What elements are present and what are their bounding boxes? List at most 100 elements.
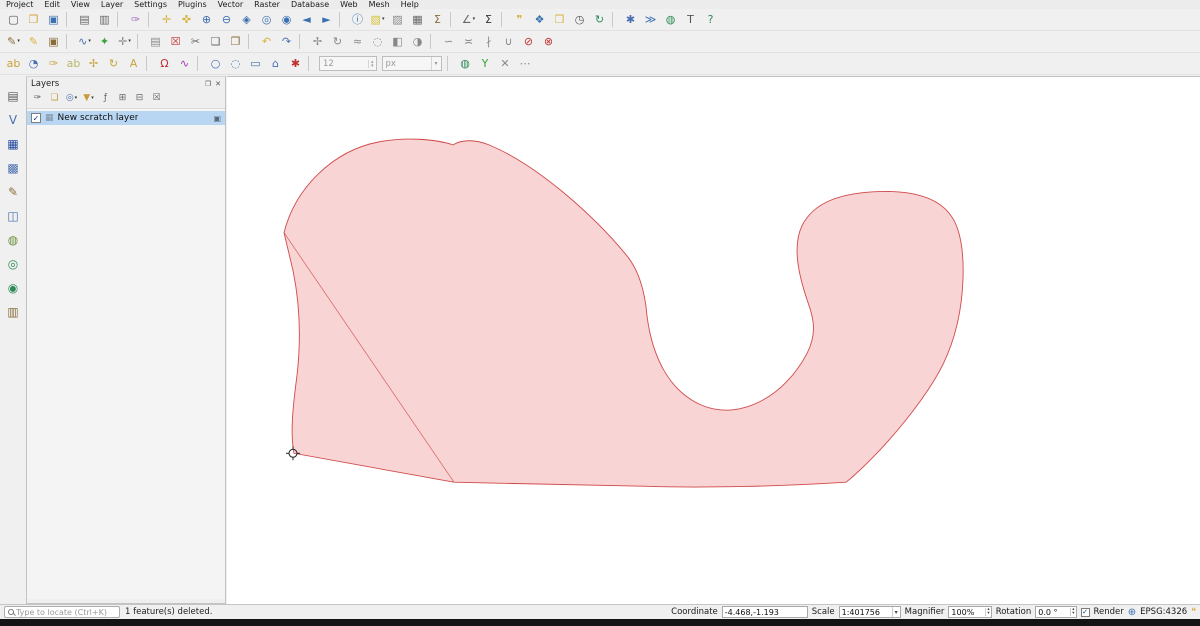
- spinner-arrows-icon[interactable]: ▴▾: [368, 60, 376, 68]
- digitize-shape-rectangle-icon[interactable]: ▭: [246, 55, 265, 73]
- font-size-input[interactable]: [320, 57, 368, 70]
- add-spatialite-layer-icon[interactable]: ◍: [3, 230, 23, 249]
- manage-map-themes-icon[interactable]: ◎▾: [64, 91, 79, 105]
- add-polygon-feature-icon[interactable]: ✦: [95, 33, 114, 51]
- field-calculator-icon[interactable]: Σ: [428, 11, 447, 29]
- globe-crs-icon[interactable]: ⊕: [1128, 607, 1136, 618]
- menu-project[interactable]: Project: [6, 0, 33, 9]
- menu-vector[interactable]: Vector: [218, 0, 244, 9]
- enable-snapping-icon[interactable]: Ω: [155, 55, 174, 73]
- help-icon[interactable]: ?: [701, 11, 720, 29]
- layer-diagram-options-icon[interactable]: ◔: [24, 55, 43, 73]
- close-panel-icon[interactable]: ✕: [215, 80, 221, 88]
- locator-search[interactable]: [4, 606, 120, 618]
- vertex-branch-tool-icon[interactable]: Y: [476, 55, 495, 73]
- menu-layer[interactable]: Layer: [101, 0, 123, 9]
- magnifier-input[interactable]: [949, 607, 985, 617]
- menu-web[interactable]: Web: [340, 0, 357, 9]
- expand-all-icon[interactable]: ⊞: [115, 91, 130, 105]
- add-group-icon[interactable]: ❏: [47, 91, 62, 105]
- zoom-to-layer-icon[interactable]: ◉: [277, 11, 296, 29]
- show-layout-manager-icon[interactable]: ▥: [95, 11, 114, 29]
- rotation-input[interactable]: [1036, 607, 1070, 617]
- add-wfs-layer-icon[interactable]: ◉: [3, 278, 23, 297]
- redo-icon[interactable]: ↷: [277, 33, 296, 51]
- processing-toolbox-icon[interactable]: ✱: [621, 11, 640, 29]
- menu-settings[interactable]: Settings: [134, 0, 167, 9]
- map-tips-icon[interactable]: ❞: [510, 11, 529, 29]
- highlight-pinned-labels-icon[interactable]: ab: [64, 55, 83, 73]
- more-options-icon[interactable]: ⋯: [516, 55, 535, 73]
- python-console-icon[interactable]: ≫: [641, 11, 660, 29]
- style-manager-icon[interactable]: ✑: [126, 11, 145, 29]
- modify-attributes-icon[interactable]: ▤: [146, 33, 165, 51]
- collapse-all-icon[interactable]: ⊟: [132, 91, 147, 105]
- metasearch-icon[interactable]: ◍: [456, 55, 475, 73]
- zoom-last-icon[interactable]: ◄: [297, 11, 316, 29]
- scratch-polygon-feature[interactable]: [284, 139, 963, 487]
- digitize-shape-ellipse-icon[interactable]: ◌: [226, 55, 245, 73]
- memory-layer-indicator-icon[interactable]: ▣: [213, 114, 221, 123]
- zoom-in-icon[interactable]: ⊕: [197, 11, 216, 29]
- delete-selected-icon[interactable]: ☒: [166, 33, 185, 51]
- add-mesh-layer-icon[interactable]: ▩: [3, 158, 23, 177]
- annotation-icon[interactable]: ✱: [286, 55, 305, 73]
- render-checkbox[interactable]: ✓: [1081, 608, 1090, 617]
- menu-view[interactable]: View: [71, 0, 90, 9]
- temporal-controller-icon[interactable]: ◷: [570, 11, 589, 29]
- fill-ring-icon[interactable]: ◑: [408, 33, 427, 51]
- new-bookmark-icon[interactable]: ❖: [530, 11, 549, 29]
- filter-legend-icon[interactable]: ▼▾: [81, 91, 96, 105]
- add-part-icon[interactable]: ◧: [388, 33, 407, 51]
- text-annotation-icon[interactable]: T: [681, 11, 700, 29]
- add-postgis-layers-icon[interactable]: ◫: [3, 206, 23, 225]
- merge-features-icon[interactable]: ∪: [499, 33, 518, 51]
- locator-input[interactable]: [16, 607, 116, 617]
- change-label-icon[interactable]: A: [124, 55, 143, 73]
- scale-combo[interactable]: ▾: [839, 606, 901, 618]
- zoom-out-icon[interactable]: ⊖: [217, 11, 236, 29]
- coordinate-input[interactable]: [722, 606, 808, 618]
- toggle-editing-icon[interactable]: ✎: [24, 33, 43, 51]
- zoom-full-icon[interactable]: ◈: [237, 11, 256, 29]
- pan-map-icon[interactable]: ✛: [157, 11, 176, 29]
- menu-mesh[interactable]: Mesh: [369, 0, 390, 9]
- magnifier-spinbox[interactable]: ▴▾: [948, 606, 991, 618]
- menu-plugins[interactable]: Plugins: [178, 0, 207, 9]
- add-wms-layer-icon[interactable]: ◎: [3, 254, 23, 273]
- data-source-manager-icon[interactable]: ▤: [3, 86, 23, 105]
- layer-item-new-scratch-layer[interactable]: ✓ ▦ New scratch layer ▣: [27, 111, 225, 125]
- menu-database[interactable]: Database: [291, 0, 329, 9]
- offset-curve-icon[interactable]: ≍: [459, 33, 478, 51]
- measure-icon[interactable]: ∠▾: [459, 11, 478, 29]
- move-label-icon[interactable]: ✢: [84, 55, 103, 73]
- show-bookmarks-icon[interactable]: ❒: [550, 11, 569, 29]
- save-layer-edits-icon[interactable]: ▣: [44, 33, 63, 51]
- copy-features-icon[interactable]: ❏: [206, 33, 225, 51]
- map-view[interactable]: [227, 77, 1200, 604]
- digitize-shape-polygon-icon[interactable]: ⌂: [266, 55, 285, 73]
- open-attribute-table-icon[interactable]: ▦: [408, 11, 427, 29]
- open-project-icon[interactable]: ❐: [24, 11, 43, 29]
- enable-tracing-icon[interactable]: ∿: [175, 55, 194, 73]
- chevron-down-icon[interactable]: ▾: [431, 57, 441, 70]
- crs-status-label[interactable]: EPSG:4326: [1140, 607, 1187, 617]
- add-delimited-text-layer-icon[interactable]: ✎: [3, 182, 23, 201]
- delete-part-icon[interactable]: ⊗: [539, 33, 558, 51]
- menu-help[interactable]: Help: [401, 0, 419, 9]
- delete-ring-icon[interactable]: ⊘: [519, 33, 538, 51]
- new-project-icon[interactable]: ▢: [4, 11, 23, 29]
- refresh-map-icon[interactable]: ↻: [590, 11, 609, 29]
- zoom-next-icon[interactable]: ►: [317, 11, 336, 29]
- filter-by-expression-icon[interactable]: ƒ: [98, 91, 113, 105]
- identify-features-icon[interactable]: ⓘ: [348, 11, 367, 29]
- layer-visibility-checkbox[interactable]: ✓: [31, 113, 41, 123]
- select-features-icon[interactable]: ▧▾: [368, 11, 387, 29]
- add-ring-icon[interactable]: ◌: [368, 33, 387, 51]
- simplify-feature-icon[interactable]: ≈: [348, 33, 367, 51]
- spinner-arrows-icon[interactable]: ▴▾: [985, 608, 990, 616]
- layer-labeling-options-icon[interactable]: ab: [4, 55, 23, 73]
- remove-layer-icon[interactable]: ☒: [149, 91, 164, 105]
- font-unit-input[interactable]: [383, 57, 431, 70]
- pin-labels-icon[interactable]: ✑: [44, 55, 63, 73]
